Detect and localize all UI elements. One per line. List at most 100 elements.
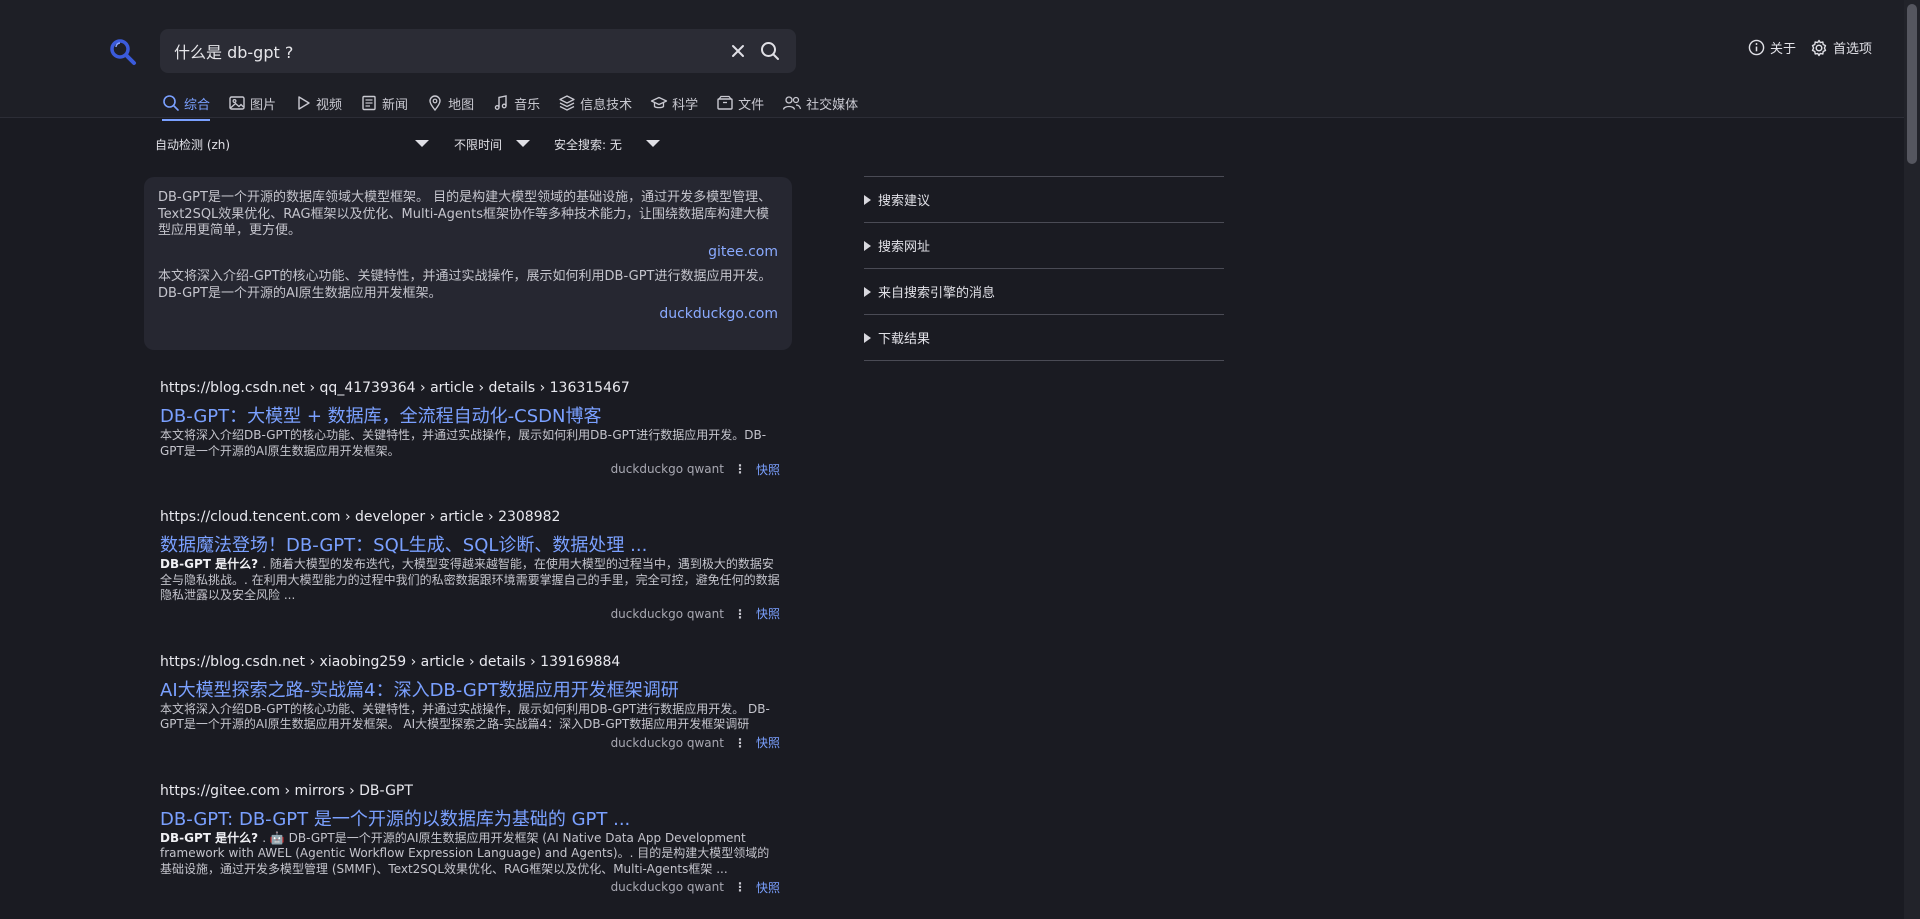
safe-search-value: 安全搜索: 无 — [554, 137, 622, 152]
clear-icon[interactable] — [726, 39, 750, 63]
result-snippet: DB-GPT 是什么? . 🤖 DB-GPT是一个开源的AI原生数据应用开发框架… — [160, 831, 780, 878]
result-snippet: DB-GPT 是什么? . 随着大模型的发布迭代，大模型变得越来越智能，在使用大… — [160, 557, 780, 604]
info-icon — [1748, 39, 1765, 56]
engine-list: duckduckgo qwant — [610, 462, 724, 476]
about-link[interactable]: 关于 — [1748, 38, 1796, 57]
page-scrollbar[interactable] — [1904, 0, 1920, 919]
cache-link[interactable]: 快照 — [756, 879, 780, 896]
sidebar-item-suggestions[interactable]: 搜索建议 — [864, 177, 1224, 223]
result-snippet: 本文将深入介绍DB-GPT的核心功能、关键特性，并通过实战操作，展示如何利用DB… — [160, 702, 780, 733]
sidebar-item-search-urls[interactable]: 搜索网址 — [864, 223, 1224, 269]
result-url[interactable]: https://gitee.com › mirrors › DB-GPT — [160, 783, 780, 803]
result-engines: duckduckgo qwant ⋮ 快照 — [160, 735, 780, 751]
scrollbar-thumb[interactable] — [1907, 4, 1917, 164]
tab-science[interactable]: 科学 — [650, 91, 698, 115]
chevron-down-icon — [646, 140, 660, 147]
answer-source-link[interactable]: duckduckgo.com — [158, 306, 778, 323]
sidebar-item-label: 搜索建议 — [878, 194, 931, 209]
result-engines: duckduckgo qwant ⋮ 快照 — [160, 606, 780, 622]
sidebar-item-label: 下载结果 — [878, 332, 931, 347]
result-engines: duckduckgo qwant ⋮ 快照 — [160, 879, 780, 895]
language-select[interactable]: 自动检测 (zh) — [155, 135, 429, 153]
result-domain: https://gitee.com — [160, 782, 281, 799]
time-range-select[interactable]: 不限时间 — [454, 135, 530, 153]
more-options-icon[interactable]: ⋮ — [734, 607, 746, 621]
triangle-right-icon — [864, 286, 871, 297]
image-icon — [228, 94, 246, 112]
answers-box: DB-GPT是一个开源的数据库领域大模型框架。 目的是构建大模型领域的基础设施，… — [144, 177, 792, 350]
snippet-bold: DB-GPT 是什么? — [160, 830, 263, 845]
result-domain: https://blog.csdn.net — [160, 653, 306, 670]
category-tabs: 综合 图片 视频 新闻 地图 音乐 信息技术 科学 文件 社交媒体 — [162, 91, 858, 121]
tab-label: 图片 — [250, 97, 277, 113]
preferences-link[interactable]: 首选项 — [1810, 38, 1872, 57]
people-icon — [782, 94, 802, 112]
result-item: https://blog.csdn.net › xiaobing259 › ar… — [160, 654, 780, 751]
cache-link[interactable]: 快照 — [756, 461, 780, 478]
tab-images[interactable]: 图片 — [228, 91, 276, 115]
play-icon — [294, 94, 312, 112]
tab-general[interactable]: 综合 — [162, 91, 211, 121]
more-options-icon[interactable]: ⋮ — [734, 736, 746, 750]
layers-icon — [558, 94, 576, 112]
safe-search-select[interactable]: 安全搜索: 无 — [554, 135, 660, 153]
tab-label: 综合 — [184, 97, 211, 113]
result-path: › qq_41739364 › article › details › 1363… — [305, 380, 630, 396]
tab-social-media[interactable]: 社交媒体 — [782, 91, 858, 115]
result-engines: duckduckgo qwant ⋮ 快照 — [160, 461, 780, 477]
more-options-icon[interactable]: ⋮ — [734, 462, 746, 476]
tab-label: 社交媒体 — [806, 97, 859, 113]
tab-label: 新闻 — [382, 97, 409, 113]
result-url[interactable]: https://cloud.tencent.com › developer › … — [160, 509, 780, 529]
tab-it[interactable]: 信息技术 — [558, 91, 632, 115]
result-domain: https://blog.csdn.net — [160, 380, 306, 396]
result-title[interactable]: 数据魔法登场！DB-GPT：SQL生成、SQL诊断、数据处理 ... — [160, 531, 780, 557]
result-title[interactable]: DB-GPT: DB-GPT 是一个开源的以数据库为基础的 GPT ... — [160, 805, 780, 831]
gear-icon — [1810, 39, 1828, 57]
tab-label: 科学 — [672, 97, 699, 113]
result-path: › mirrors › DB-GPT — [280, 782, 413, 799]
triangle-right-icon — [864, 332, 871, 343]
sidebar-item-engine-messages[interactable]: 来自搜索引擎的消息 — [864, 269, 1224, 315]
newspaper-icon — [360, 94, 378, 112]
logo-search-icon[interactable] — [109, 38, 137, 66]
search-icon[interactable] — [758, 39, 782, 63]
triangle-right-icon — [864, 240, 871, 251]
box-icon — [716, 94, 734, 112]
answer-source-link[interactable]: gitee.com — [158, 244, 778, 261]
tab-label: 音乐 — [514, 97, 541, 113]
results-list: https://blog.csdn.net › qq_41739364 › ar… — [160, 380, 780, 919]
chevron-down-icon — [516, 140, 530, 147]
cache-link[interactable]: 快照 — [756, 734, 780, 751]
snippet-text: 本文将深入介绍DB-GPT的核心功能、关键特性，并通过实战操作，展示如何利用DB… — [160, 428, 767, 458]
map-pin-icon — [426, 94, 444, 112]
search-input[interactable] — [174, 29, 714, 73]
result-snippet: 本文将深入介绍DB-GPT的核心功能、关键特性，并通过实战操作，展示如何利用DB… — [160, 428, 780, 459]
cache-link[interactable]: 快照 — [756, 605, 780, 622]
result-url[interactable]: https://blog.csdn.net › qq_41739364 › ar… — [160, 380, 780, 400]
tab-news[interactable]: 新闻 — [360, 91, 408, 115]
sidebar-item-label: 搜索网址 — [878, 240, 931, 255]
result-domain: https://cloud.tencent.com — [160, 509, 341, 525]
result-title[interactable]: DB-GPT：大模型 + 数据库，全流程自动化-CSDN博客 — [160, 402, 780, 428]
header: 关于 首选项 综合 图片 视频 新闻 地图 — [0, 0, 1904, 121]
tab-files[interactable]: 文件 — [716, 91, 764, 115]
triangle-right-icon — [864, 194, 871, 205]
result-url[interactable]: https://blog.csdn.net › xiaobing259 › ar… — [160, 654, 780, 674]
tab-label: 视频 — [316, 97, 343, 113]
tab-music[interactable]: 音乐 — [492, 91, 540, 115]
search-box — [160, 29, 796, 73]
result-item: https://blog.csdn.net › qq_41739364 › ar… — [160, 380, 780, 477]
tab-videos[interactable]: 视频 — [294, 91, 342, 115]
result-title[interactable]: AI大模型探索之路-实战篇4：深入DB-GPT数据应用开发框架调研 — [160, 676, 780, 702]
sidebar-item-label: 来自搜索引擎的消息 — [878, 286, 996, 301]
result-path: › developer › article › 2308982 — [340, 509, 561, 525]
more-options-icon[interactable]: ⋮ — [734, 880, 746, 894]
snippet-text: 本文将深入介绍DB-GPT的核心功能、关键特性，并通过实战操作，展示如何利用DB… — [160, 701, 770, 732]
search-icon — [162, 94, 180, 112]
tab-map[interactable]: 地图 — [426, 91, 474, 115]
sidebar: 搜索建议 搜索网址 来自搜索引擎的消息 下载结果 — [864, 176, 1224, 361]
engine-list: duckduckgo qwant — [610, 880, 724, 894]
sidebar-item-download-results[interactable]: 下载结果 — [864, 315, 1224, 361]
snippet-bold: DB-GPT 是什么? — [160, 557, 263, 571]
